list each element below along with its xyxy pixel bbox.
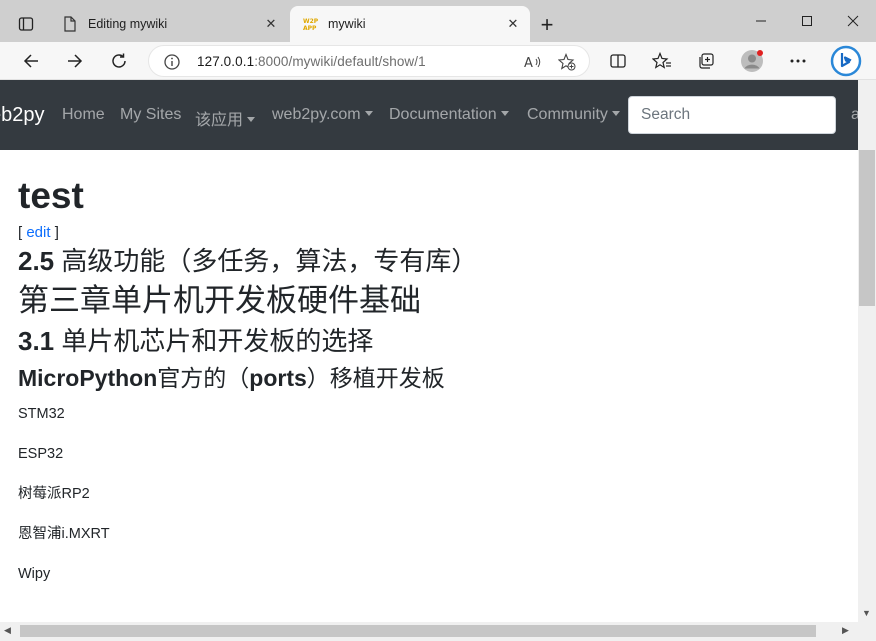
svg-text:W2P: W2P bbox=[303, 18, 318, 25]
heading-number: 3.1 bbox=[18, 326, 55, 356]
svg-text:APP: APP bbox=[303, 25, 317, 32]
scroll-down-icon[interactable]: ▼ bbox=[862, 608, 871, 618]
edit-bracket-close: ] bbox=[50, 224, 59, 241]
heading-en: ports bbox=[249, 365, 307, 391]
edit-link[interactable]: edit bbox=[26, 224, 50, 241]
nav-my-sites-label: My Sites bbox=[120, 106, 182, 123]
nav-home[interactable]: Home bbox=[62, 106, 105, 124]
nav-documentation-label: Documentation bbox=[389, 106, 497, 123]
heading-number: 2.5 bbox=[18, 246, 55, 276]
tab-actions-icon[interactable] bbox=[10, 9, 42, 39]
more-icon[interactable] bbox=[783, 46, 813, 76]
profile-icon[interactable] bbox=[737, 46, 767, 76]
collections-icon[interactable] bbox=[691, 46, 721, 76]
nav-web2py-label: web2py.com bbox=[272, 106, 361, 123]
back-icon[interactable] bbox=[16, 46, 46, 76]
heading-text: 高级功能（多任务，算法，专有库） bbox=[54, 246, 478, 276]
chevron-down-icon bbox=[611, 111, 620, 116]
heading-micropython-ports: MicroPython官方的（ports）移植开发板 bbox=[18, 360, 838, 396]
board-list: STM32 ESP32 树莓派RP2 恩智浦i.MXRT Wipy bbox=[18, 404, 838, 584]
nav-documentation-dropdown[interactable]: Documentation bbox=[389, 106, 509, 124]
window-controls bbox=[738, 0, 876, 42]
scroll-left-icon[interactable]: ◀ bbox=[4, 625, 11, 636]
browser-toolbar: 127.0.0.1:8000/mywiki/default/show/1 A bbox=[0, 42, 876, 80]
search-placeholder: Search bbox=[641, 106, 691, 123]
nav-this-app-dropdown[interactable]: 该应用 bbox=[195, 106, 256, 130]
tab-title: Editing mywiki bbox=[88, 17, 168, 31]
split-screen-icon[interactable] bbox=[603, 46, 633, 76]
new-tab-button[interactable]: + bbox=[534, 12, 560, 38]
edit-row: [ edit ] bbox=[18, 222, 838, 244]
bing-icon[interactable] bbox=[829, 44, 863, 78]
list-item: 树莓派RP2 bbox=[18, 486, 90, 502]
close-window-icon[interactable] bbox=[830, 0, 876, 42]
svg-text:A: A bbox=[524, 56, 533, 70]
chevron-down-icon bbox=[364, 111, 373, 116]
address-bar[interactable]: 127.0.0.1:8000/mywiki/default/show/1 A bbox=[148, 45, 590, 77]
heading-chapter-3: 第三章单片机开发板硬件基础 bbox=[18, 283, 421, 318]
nav-my-sites[interactable]: My Sites bbox=[120, 106, 181, 124]
nav-account[interactable]: a bbox=[851, 106, 858, 124]
forward-icon[interactable] bbox=[60, 46, 90, 76]
favorite-add-icon[interactable] bbox=[557, 52, 577, 72]
url-text[interactable]: 127.0.0.1:8000/mywiki/default/show/1 bbox=[197, 54, 426, 69]
nav-this-app-label: 该应用 bbox=[195, 112, 244, 129]
nav-community-label: Community bbox=[527, 106, 608, 123]
info-icon[interactable] bbox=[163, 53, 181, 71]
navbar-brand[interactable]: eb2py bbox=[0, 104, 45, 127]
chevron-down-icon bbox=[247, 117, 256, 122]
page-icon bbox=[62, 16, 78, 32]
horizontal-scrollbar[interactable]: ◀ ▶ bbox=[0, 622, 876, 641]
list-item: 恩智浦i.MXRT bbox=[18, 526, 110, 542]
heading-text: 官方的（ bbox=[157, 365, 250, 391]
close-icon[interactable]: ✕ bbox=[502, 13, 524, 35]
heading-advanced-features: 2.5 高级功能（多任务，算法，专有库） bbox=[18, 244, 838, 278]
nav-web2py-dropdown[interactable]: web2py.com bbox=[272, 106, 373, 124]
favorites-icon[interactable] bbox=[647, 46, 677, 76]
chevron-down-icon bbox=[500, 111, 509, 116]
list-item: STM32 bbox=[18, 406, 65, 422]
url-host: 127.0.0.1 bbox=[197, 54, 255, 69]
search-input[interactable]: Search bbox=[628, 96, 836, 134]
wiki-content: test [ edit ] 2.5 高级功能（多任务，算法，专有库） 第三章单片… bbox=[18, 174, 838, 604]
scroll-right-icon[interactable]: ▶ bbox=[842, 625, 849, 636]
minimize-icon[interactable] bbox=[738, 0, 784, 42]
close-icon[interactable]: ✕ bbox=[260, 13, 282, 35]
tab-mywiki[interactable]: W2P APP mywiki ✕ bbox=[290, 6, 530, 42]
heading-text: ）移植开发板 bbox=[306, 365, 445, 391]
heading-en: MicroPython bbox=[18, 365, 158, 391]
nav-community-dropdown[interactable]: Community bbox=[527, 106, 620, 124]
horizontal-scroll-thumb[interactable] bbox=[20, 625, 816, 637]
tab-editing-mywiki[interactable]: Editing mywiki ✕ bbox=[50, 6, 288, 42]
vertical-scrollbar[interactable]: ▼ bbox=[858, 80, 876, 622]
heading-chip-selection: 3.1 单片机芯片和开发板的选择 bbox=[18, 322, 838, 360]
url-path: :8000/mywiki/default/show/1 bbox=[254, 54, 426, 69]
maximize-icon[interactable] bbox=[784, 0, 830, 42]
page-title: test bbox=[18, 175, 84, 216]
tab-title: mywiki bbox=[328, 17, 366, 31]
nav-home-label: Home bbox=[62, 106, 105, 123]
list-item: Wipy bbox=[18, 566, 51, 582]
vertical-scroll-thumb[interactable] bbox=[859, 150, 875, 306]
refresh-icon[interactable] bbox=[104, 46, 134, 76]
heading-text: 单片机芯片和开发板的选择 bbox=[54, 326, 374, 356]
list-item: ESP32 bbox=[18, 446, 64, 462]
browser-titlebar: Editing mywiki ✕ W2P APP mywiki ✕ + bbox=[0, 0, 876, 42]
read-aloud-icon[interactable]: A bbox=[523, 52, 543, 72]
page-viewport: eb2py Home My Sites 该应用 web2py.com Docum… bbox=[0, 80, 858, 622]
web2py-icon: W2P APP bbox=[302, 16, 318, 32]
site-navbar: eb2py Home My Sites 该应用 web2py.com Docum… bbox=[0, 80, 858, 150]
